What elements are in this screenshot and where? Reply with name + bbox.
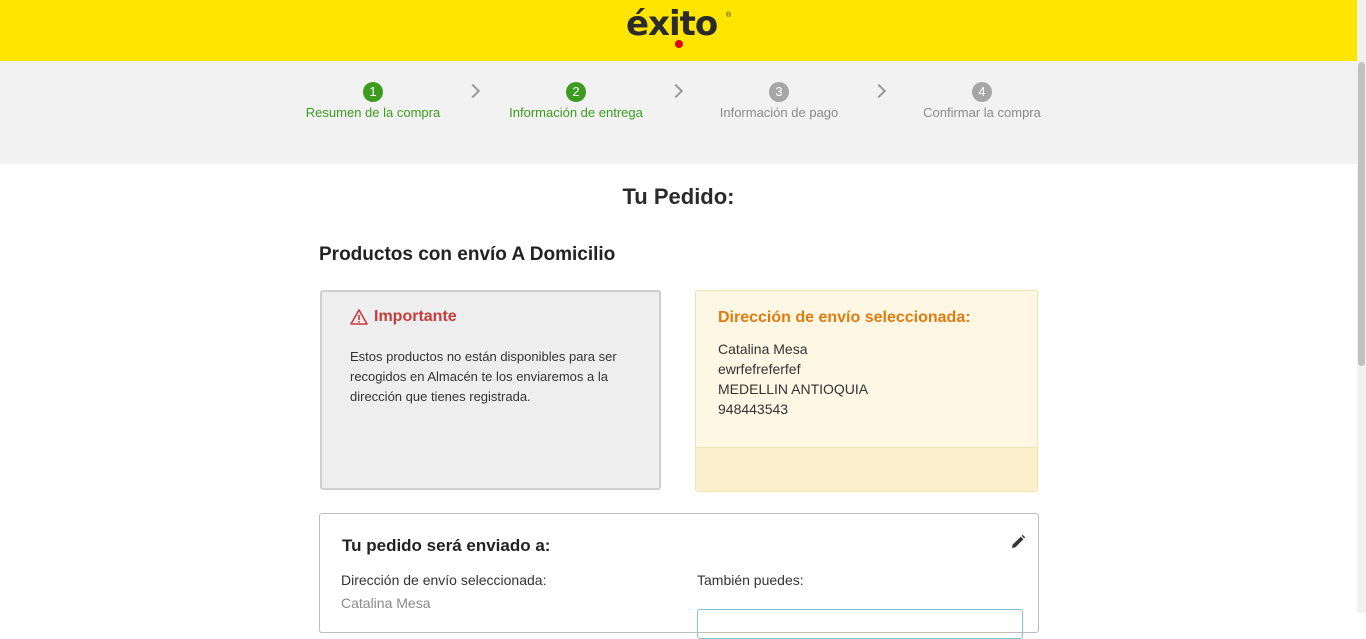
address-heading: Dirección de envío seleccionada: (718, 309, 971, 326)
scrollbar[interactable] (1357, 0, 1366, 613)
important-heading-text: Importante (374, 308, 457, 325)
warning-icon (350, 309, 368, 325)
address-city: MEDELLIN ANTIOQUIA (718, 381, 869, 397)
important-notice: Importante Estos productos no están disp… (320, 290, 661, 490)
selected-address-label: Dirección de envío seleccionada: (341, 572, 547, 588)
logo-dot (675, 40, 683, 48)
step-resumen[interactable]: 1 Resumen de la compra (273, 82, 473, 120)
selected-address-value: Catalina Mesa (341, 595, 431, 611)
step-number: 3 (769, 82, 789, 102)
address-lines: Catalina Mesa ewrfefreferfef MEDELLIN AN… (718, 339, 868, 419)
step-informacion-entrega[interactable]: 2 Información de entrega (476, 82, 676, 120)
shipping-heading: Tu pedido será enviado a: (342, 536, 551, 555)
step-label: Confirmar la compra (923, 105, 1041, 120)
page-title: Tu Pedido: (622, 184, 735, 209)
pencil-icon[interactable] (1010, 534, 1026, 550)
step-number: 2 (566, 82, 586, 102)
address-card-footer (696, 447, 1037, 491)
important-text: Estos productos no están disponibles par… (350, 349, 617, 404)
important-heading: Importante (350, 308, 457, 326)
selected-address-card: Dirección de envío seleccionada: Catalin… (695, 290, 1038, 492)
step-number: 4 (972, 82, 992, 102)
address-street: ewrfefreferfef (718, 361, 801, 377)
shipping-summary-card: Tu pedido será enviado a: Dirección de e… (319, 513, 1039, 639)
step-label: Resumen de la compra (305, 105, 441, 120)
also-can-label: También puedes: (697, 572, 804, 588)
section-title: Productos con envío A Domicilio (319, 244, 616, 265)
step-confirmar-compra: 4 Confirmar la compra (882, 82, 1082, 120)
logo-registered-mark: ® (726, 12, 732, 19)
step-number: 1 (363, 82, 383, 102)
step-label: Información de pago (719, 105, 839, 120)
step-informacion-pago: 3 Información de pago (679, 82, 879, 120)
scrollbar-thumb[interactable] (1358, 62, 1365, 366)
address-name: Catalina Mesa (718, 341, 808, 357)
exito-logo[interactable]: éxito (626, 4, 718, 44)
step-label: Información de entrega (509, 105, 643, 120)
header-bar: éxito ® (0, 0, 1357, 61)
alternative-option-field[interactable] (697, 609, 1023, 639)
address-phone: 948443543 (718, 401, 789, 417)
